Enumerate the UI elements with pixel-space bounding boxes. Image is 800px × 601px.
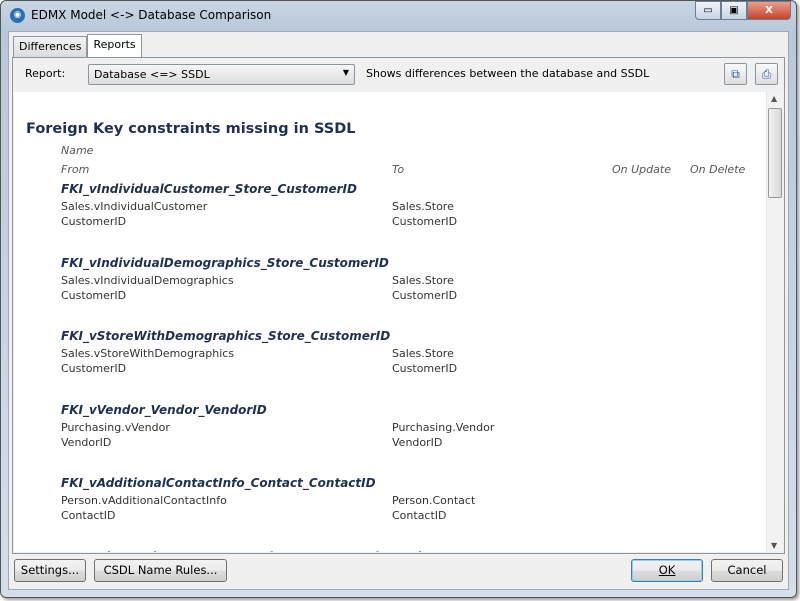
close-button[interactable]: X <box>747 1 791 20</box>
to-table: Purchasing.Vendor <box>392 420 495 434</box>
fk-item: FKI_vAdditionalContactInfo_Contact_Conta… <box>61 476 701 524</box>
to-column: VendorID <box>392 435 443 449</box>
report-select[interactable]: Database <=> SSDL ▼ <box>88 64 355 85</box>
to-table: Person.Contact <box>392 494 476 507</box>
fk-name: FKI_vIndividualCustomer_Store_CustomerID <box>61 182 357 196</box>
from-table: Purchasing.vVendor <box>61 420 170 434</box>
from-column: CustomerID <box>61 288 127 302</box>
csdl-name-rules-button[interactable]: CSDL Name Rules... <box>94 559 227 582</box>
fk-name: FKI_SalesTerritory_CountryRegion_Country… <box>61 550 701 553</box>
fk-item: FKI_vIndividualCustomer_Store_CustomerID… <box>61 182 701 230</box>
to-column: CustomerID <box>392 362 458 375</box>
reports-panel: Report: Database <=> SSDL ▼ Shows differe… <box>12 57 785 554</box>
report-view: Foreign Key constraints missing in SSDL … <box>14 92 783 552</box>
settings-button[interactable]: Settings... <box>14 559 86 582</box>
export-button[interactable]: ⧉ <box>724 63 747 85</box>
chevron-down-icon: ▼ <box>342 68 349 77</box>
fk-item: FKI_vVendor_Vendor_VendorID Purchasing.vV… <box>61 403 701 451</box>
app-icon: ◉ <box>10 8 25 23</box>
from-table: Sales.vStoreWithDemographics <box>61 347 235 360</box>
col-on-update: On Update <box>612 163 671 176</box>
col-on-delete: On Delete <box>690 163 746 176</box>
report-description: Shows differences between the database a… <box>366 67 650 80</box>
maximize-button[interactable]: ▣ <box>721 1 747 20</box>
fk-name: FKI_vVendor_Vendor_VendorID <box>61 402 267 417</box>
to-column: CustomerID <box>392 288 458 302</box>
tab-reports[interactable]: Reports <box>87 34 142 57</box>
scroll-down-icon[interactable]: ▼ <box>771 541 777 550</box>
col-to: To <box>392 163 405 176</box>
from-column: CustomerID <box>61 215 127 228</box>
print-button[interactable]: ⎙ <box>755 63 778 85</box>
vertical-scrollbar[interactable]: ▲ ▼ <box>766 92 783 552</box>
to-table: Sales.Store <box>392 347 454 360</box>
window-title: EDMX Model <-> Database Comparison <box>31 8 272 22</box>
fk-name: FKI_vIndividualDemographics_Store_Custom… <box>61 255 389 270</box>
export-icon: ⧉ <box>731 67 740 81</box>
to-column: ContactID <box>392 509 447 522</box>
report-heading: Foreign Key constraints missing in SSDL <box>26 121 356 137</box>
from-table: Sales.vIndividualDemographics <box>61 273 234 287</box>
col-name: Name <box>61 144 94 157</box>
from-column: CustomerID <box>61 362 127 375</box>
report-select-value: Database <=> SSDL <box>94 68 210 81</box>
print-icon: ⎙ <box>761 67 772 81</box>
to-column: CustomerID <box>392 215 458 228</box>
minimize-button[interactable]: ▭ <box>695 1 721 20</box>
ok-button[interactable]: OK <box>631 559 703 582</box>
scroll-up-icon[interactable]: ▲ <box>771 94 777 103</box>
col-from: From <box>61 163 90 176</box>
dialog-window: ◉ EDMX Model <-> Database Comparison ▭ ▣… <box>0 0 797 598</box>
report-label: Report: <box>25 67 66 80</box>
from-column: VendorID <box>61 435 112 449</box>
from-table: Sales.vIndividualCustomer <box>61 200 208 213</box>
fk-name: FKI_vAdditionalContactInfo_Contact_Conta… <box>61 476 376 490</box>
fk-item: FKI_vStoreWithDemographics_Store_Custome… <box>61 329 701 377</box>
from-table: Person.vAdditionalContactInfo <box>61 494 227 507</box>
fk-name: FKI_vStoreWithDemographics_Store_Custome… <box>61 329 391 343</box>
scroll-thumb[interactable] <box>768 108 782 198</box>
fk-item: FKI_SalesTerritory_CountryRegion_Country… <box>61 550 701 553</box>
cancel-button[interactable]: Cancel <box>711 559 783 582</box>
from-column: ContactID <box>61 509 116 522</box>
fk-item: FKI_vIndividualDemographics_Store_Custom… <box>61 256 701 304</box>
to-table: Sales.Store <box>392 200 454 213</box>
to-table: Sales.Store <box>392 273 454 287</box>
tab-differences[interactable]: Differences <box>13 36 88 57</box>
